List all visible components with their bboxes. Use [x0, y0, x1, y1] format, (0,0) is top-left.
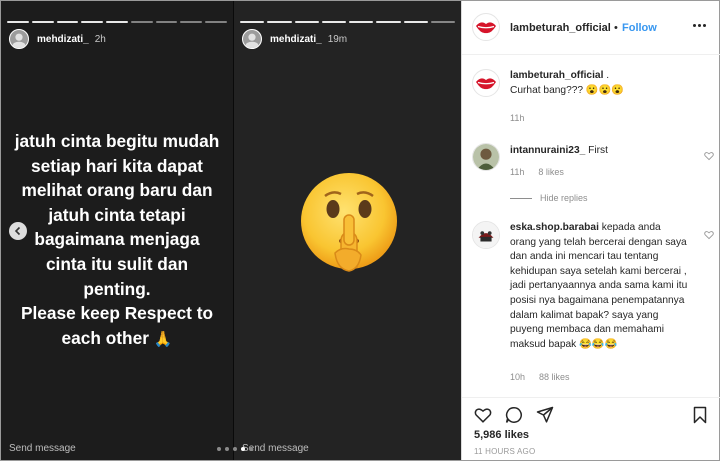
- post-timestamp: 11 HOURS AGO: [474, 447, 536, 456]
- story-text-line: jatuh cinta begitu mudah: [14, 131, 220, 151]
- story-avatar: [242, 29, 262, 49]
- story-text-line: setiap hari kita dapat: [31, 155, 203, 176]
- caption-meta: 11h: [510, 113, 524, 123]
- bookmark-icon[interactable]: [691, 406, 709, 424]
- like-heart-icon[interactable]: [474, 406, 492, 424]
- story-progress-bar: [7, 21, 228, 23]
- caption-avatar[interactable]: [472, 69, 500, 97]
- caption-body: lambeturah_official . Curhat bang??? 😮😮😮: [510, 69, 688, 98]
- comments-list: lambeturah_official . Curhat bang??? 😮😮😮…: [462, 55, 720, 395]
- previous-button[interactable]: [9, 222, 27, 240]
- story-panel-left: mehdizati_ 2h jatuh cinta begitu mudah s…: [1, 1, 233, 460]
- story-progress-bar: [240, 21, 455, 23]
- post-actions: [462, 397, 720, 425]
- story-username[interactable]: mehdizati_: [37, 34, 89, 45]
- comment-likes[interactable]: 8 likes: [538, 167, 564, 177]
- story-text-line: melihat orang baru dan: [21, 180, 213, 201]
- story-text-line: penting.: [83, 278, 151, 299]
- post-media[interactable]: mehdizati_ 2h jatuh cinta begitu mudah s…: [1, 1, 461, 460]
- comment-time: 10h: [510, 372, 526, 382]
- caption-time: 11h: [510, 113, 525, 123]
- user-avatar-icon: [243, 30, 261, 48]
- send-message-input[interactable]: Send message: [9, 443, 76, 454]
- story-text-line: jatuh cinta tetapi: [48, 204, 186, 225]
- more-options-icon[interactable]: [693, 24, 706, 27]
- comment-time: 11h: [510, 167, 525, 177]
- story-text: jatuh cinta begitu mudah setiap hari kit…: [7, 129, 227, 352]
- separator-dot: •: [614, 22, 618, 34]
- replies-divider: [510, 197, 532, 199]
- comment-meta: 10h 88 likes: [510, 372, 570, 382]
- shop-logo-icon: [473, 222, 499, 248]
- comment-bubble-icon[interactable]: [505, 406, 523, 424]
- user-avatar-icon: [10, 30, 28, 48]
- hide-replies-button[interactable]: Hide replies: [510, 193, 588, 203]
- comment-meta: 11h 8 likes: [510, 167, 564, 177]
- chevron-left-icon: [14, 226, 21, 236]
- caption-suffix: .: [606, 70, 610, 81]
- caption-username[interactable]: lambeturah_official: [510, 70, 603, 81]
- comment-username[interactable]: intannuraini23_: [510, 145, 585, 156]
- story-header-right: mehdizati_ 19m: [242, 29, 347, 49]
- account-username[interactable]: lambeturah_official: [510, 22, 611, 34]
- caption-text: Curhat bang??? 😮😮😮: [510, 84, 624, 96]
- comment-avatar[interactable]: [472, 221, 500, 249]
- comment-avatar[interactable]: [472, 143, 500, 171]
- comment-username[interactable]: eska.shop.barabai: [510, 222, 599, 233]
- comment-likes[interactable]: 88 likes: [539, 372, 570, 382]
- post-header: lambeturah_official • Follow: [462, 1, 720, 55]
- like-comment-heart-icon[interactable]: [704, 227, 714, 240]
- shushing-face-icon: [301, 173, 397, 272]
- story-text-line-last: each other: [61, 327, 149, 348]
- story-pagination: [217, 447, 253, 451]
- comment-text: kepada anda orang yang telah bercerai de…: [510, 222, 688, 350]
- story-text-line: Please keep Respect to: [20, 303, 214, 324]
- story-text-line: bagaimana menjaga: [34, 229, 200, 250]
- story-time: 19m: [327, 33, 348, 45]
- story-time: 2h: [94, 33, 106, 45]
- comment-text: First: [588, 145, 608, 156]
- follow-button[interactable]: Follow: [622, 22, 657, 34]
- story-username[interactable]: mehdizati_: [270, 34, 322, 45]
- post-sidebar: lambeturah_official • Follow lambeturah_…: [461, 1, 720, 460]
- pray-emoji: 🙏: [153, 330, 173, 348]
- user-avatar-icon: [473, 144, 499, 170]
- lips-logo-icon: [476, 22, 496, 34]
- hide-replies-label[interactable]: Hide replies: [540, 193, 588, 203]
- lips-logo-icon: [476, 78, 496, 90]
- story-header-left: mehdizati_ 2h: [9, 29, 106, 49]
- comment-body: eska.shop.barabai kepada anda orang yang…: [510, 221, 688, 352]
- like-count[interactable]: 5,986 likes: [474, 429, 529, 441]
- like-comment-heart-icon[interactable]: [704, 148, 714, 161]
- story-text-line: each other 🙏: [7, 326, 227, 353]
- comment-body: intannuraini23_ First: [510, 144, 688, 159]
- story-text-line: cinta itu sulit dan: [45, 253, 189, 274]
- share-paper-plane-icon[interactable]: [536, 406, 554, 424]
- story-avatar: [9, 29, 29, 49]
- account-avatar[interactable]: [472, 13, 500, 41]
